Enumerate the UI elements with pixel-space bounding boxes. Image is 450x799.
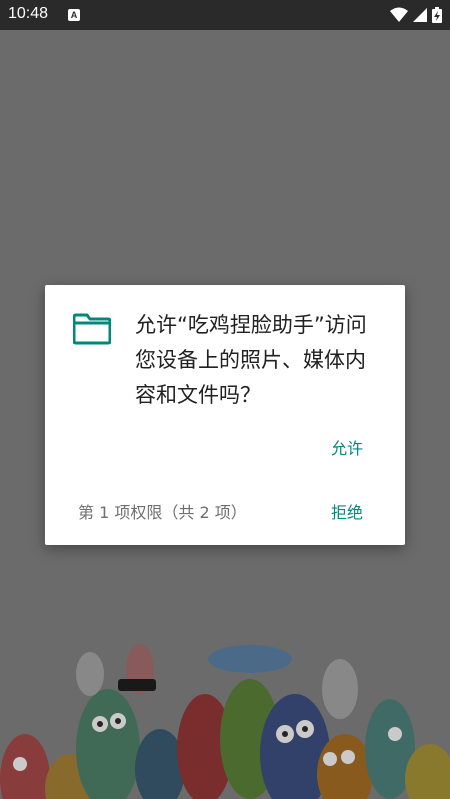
folder-icon	[73, 313, 111, 345]
status-bar: 10:48 A	[0, 0, 450, 30]
permission-counter: 第 1 项权限（共 2 项）	[78, 503, 247, 522]
dialog-message: 允许“吃鸡捏脸助手”访问您设备上的照片、媒体内容和文件吗？	[135, 313, 367, 407]
allow-button[interactable]: 允许	[331, 435, 363, 459]
notification-app-icon: A	[68, 9, 80, 21]
status-time: 10:48	[8, 5, 49, 22]
deny-button[interactable]: 拒绝	[331, 499, 363, 523]
wifi-icon	[390, 7, 408, 22]
permission-dialog: 允许“吃鸡捏脸助手”访问您设备上的照片、媒体内容和文件吗？ 允许 第 1 项权限…	[45, 285, 405, 545]
battery-charging-icon	[432, 7, 442, 23]
background-illustration	[0, 644, 450, 799]
signal-icon	[413, 8, 427, 22]
status-icons	[386, 7, 442, 23]
